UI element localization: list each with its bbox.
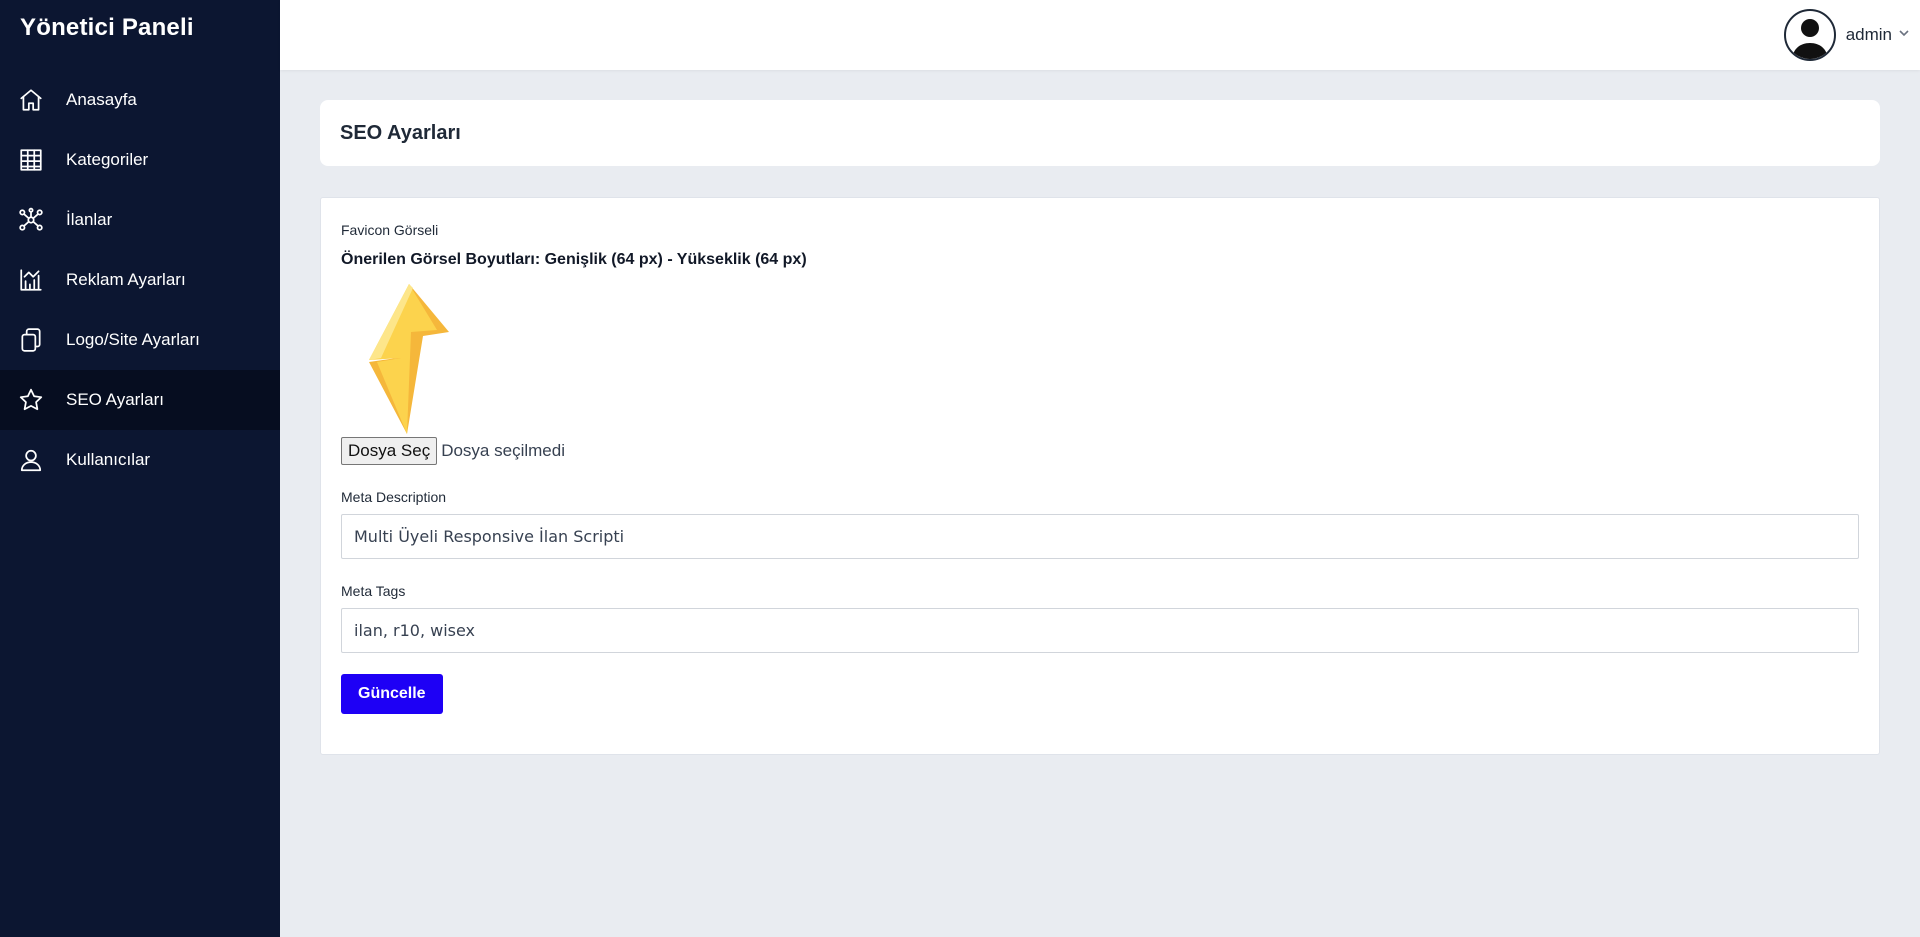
sidebar-item-logo-site-ayarlari[interactable]: Logo/Site Ayarları	[0, 310, 280, 370]
sidebar-item-anasayfa[interactable]: Anasayfa	[0, 70, 280, 130]
sidebar-item-label: Kategoriler	[66, 150, 149, 169]
file-upload: Dosya Seç Dosya seçilmedi	[341, 437, 565, 465]
user-menu[interactable]: admin	[1783, 9, 1910, 61]
page-title: SEO Ayarları	[340, 121, 461, 144]
file-status: Dosya seçilmedi	[441, 441, 565, 460]
user-icon	[18, 447, 44, 473]
network-icon	[18, 207, 44, 233]
star-icon	[18, 387, 44, 413]
lightning-bolt-icon	[341, 284, 469, 434]
sidebar-item-seo-ayarlari[interactable]: SEO Ayarları	[0, 370, 280, 430]
sidebar-item-kullanicilar[interactable]: Kullanıcılar	[0, 430, 280, 490]
sidebar-nav: Anasayfa Kategoriler İlanlar Reklam Ayar…	[0, 70, 280, 490]
sidebar: Yönetici Paneli Anasayfa Kategoriler İla…	[0, 0, 280, 937]
sidebar-item-label: Kullanıcılar	[66, 450, 151, 469]
seo-settings-card: Favicon Görseli Önerilen Görsel Boyutlar…	[320, 197, 1880, 755]
meta-tags-label: Meta Tags	[341, 583, 406, 599]
chevron-down-icon	[1898, 26, 1910, 44]
copy-icon	[18, 327, 44, 353]
topbar: admin	[280, 0, 1920, 70]
chart-icon	[18, 267, 44, 293]
sidebar-item-ilanlar[interactable]: İlanlar	[0, 190, 280, 250]
sidebar-item-label: İlanlar	[66, 210, 113, 229]
favicon-size-hint: Önerilen Görsel Boyutları: Genişlik (64 …	[341, 251, 807, 268]
favicon-label: Favicon Görseli	[341, 222, 439, 238]
sidebar-item-kategoriler[interactable]: Kategoriler	[0, 130, 280, 190]
avatar-silhouette-icon	[1783, 9, 1836, 61]
sidebar-item-reklam-ayarlari[interactable]: Reklam Ayarları	[0, 250, 280, 310]
home-icon	[18, 87, 44, 113]
brand-title: Yönetici Paneli	[20, 14, 194, 41]
page-header: SEO Ayarları	[320, 100, 1880, 166]
sidebar-item-label: SEO Ayarları	[66, 390, 164, 409]
meta-description-input[interactable]	[341, 514, 1859, 559]
update-button[interactable]: Güncelle	[341, 674, 443, 714]
meta-tags-input[interactable]	[341, 608, 1859, 653]
sidebar-item-label: Reklam Ayarları	[66, 270, 186, 289]
sidebar-item-label: Anasayfa	[66, 90, 137, 109]
username: admin	[1845, 25, 1892, 44]
choose-file-button[interactable]: Dosya Seç	[341, 437, 438, 465]
meta-description-label: Meta Description	[341, 489, 447, 505]
grid-icon	[18, 147, 44, 173]
sidebar-item-label: Logo/Site Ayarları	[66, 330, 200, 349]
